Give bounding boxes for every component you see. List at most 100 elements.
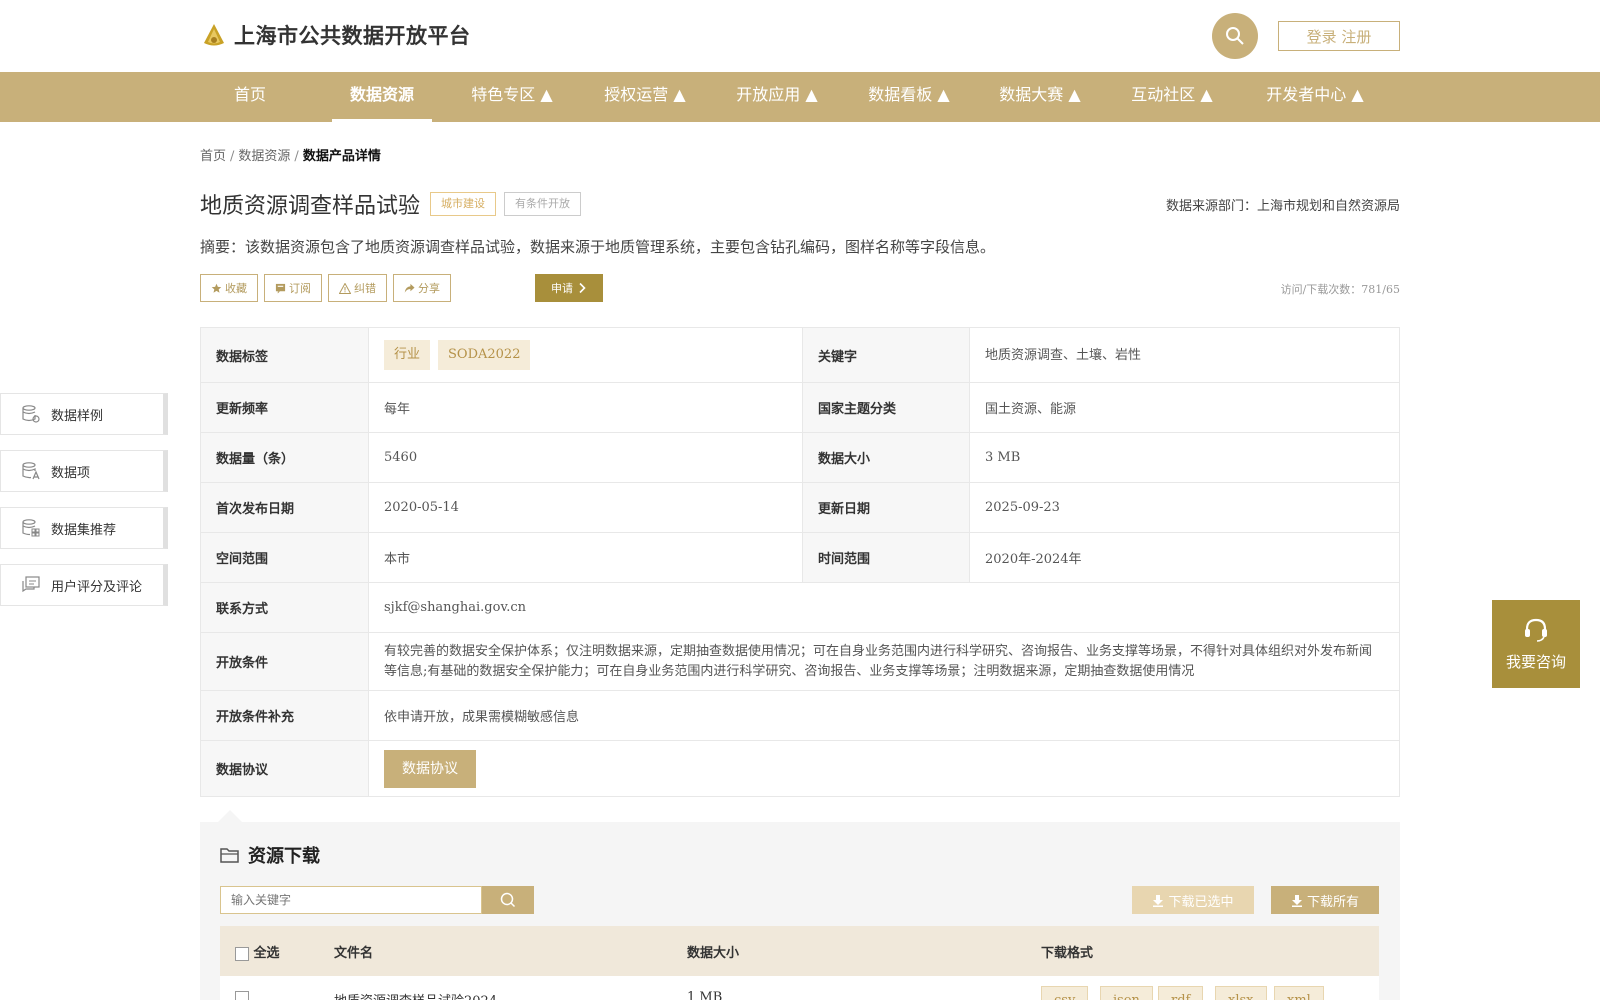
login-register-button[interactable]: 登录 注册 [1278,21,1400,51]
info-label: 更新频率 [200,382,369,433]
info-label: 数据协议 [200,740,369,797]
file-search-input[interactable] [220,886,482,914]
global-search-button[interactable] [1212,13,1258,59]
info-label: 国家主题分类 [802,382,970,433]
folder-icon [220,848,239,863]
apply-button[interactable]: 申请 [535,274,603,302]
nav-data-resources[interactable]: 数据资源 [332,72,432,122]
download-section-title: 资源下载 [220,842,320,868]
open-type-tag: 有条件开放 [504,192,582,216]
page-title: 地质资源调查样品试验 [200,194,421,219]
nav-community[interactable]: 互动社区 ▲ [1122,72,1222,122]
info-label: 数据大小 [802,432,970,483]
nav-open-apps[interactable]: 开放应用 ▲ [727,72,827,122]
select-all-label: 全选 [253,946,280,961]
side-item-dataset-recommend[interactable]: 数据集推荐 [0,507,168,549]
action-bar: 收藏 订阅 纠错 分享 申请 [200,274,603,302]
search-icon [1226,27,1244,45]
info-label: 开放条件补充 [200,690,369,741]
file-search-button[interactable] [482,886,534,914]
nav-home[interactable]: 首页 [220,72,280,122]
section-pointer [218,810,242,822]
nav-authorized-ops[interactable]: 授权运营 ▲ [595,72,695,122]
visit-download-count: 访问/下载次数：781/65 [1280,283,1400,296]
database-recommend-icon [22,519,40,537]
updated-date-value: 2025-09-23 [969,482,1400,533]
nav-data-board[interactable]: 数据看板 ▲ [859,72,959,122]
col-format: 下载格式 [1041,946,1094,961]
data-agreement-button[interactable]: 数据协议 [384,749,476,788]
site-logo[interactable]: 上海市公共数据开放平台 [200,20,471,50]
favorite-button[interactable]: 收藏 [200,274,258,302]
subscribe-icon [275,283,286,294]
breadcrumb-separator: / [230,149,235,164]
col-size: 数据大小 [687,946,740,961]
report-error-button[interactable]: 纠错 [328,274,387,302]
side-anchor-menu: 数据样例 数据项 数据集推荐 用户评分及评论 [0,393,168,621]
search-icon [500,892,516,908]
download-icon [1153,894,1164,907]
table-row: 空间范围 本市 时间范围 2020年-2024年 [200,532,1400,583]
select-all-checkbox[interactable] [235,946,249,961]
breadcrumb: 首页 / 数据资源 / 数据产品详情 [200,145,381,164]
info-label: 开放条件 [200,632,369,691]
side-item-label: 数据样例 [51,408,104,424]
download-all-button[interactable]: 下载所有 [1271,886,1379,914]
nav-developer[interactable]: 开发者中心 ▲ [1257,72,1373,122]
info-label: 更新日期 [802,482,970,533]
subscribe-button[interactable]: 订阅 [264,274,322,302]
format-rdf-button[interactable]: rdf [1158,986,1204,1000]
table-row: 联系方式 sjkf@shanghai.gov.cn [200,582,1400,633]
info-label: 联系方式 [200,582,369,633]
side-item-label: 数据集推荐 [51,522,117,538]
category-tag: 城市建设 [430,192,497,216]
info-label: 数据量（条） [200,432,369,483]
consult-button[interactable]: 我要咨询 [1492,600,1580,688]
headset-icon [1525,618,1547,642]
select-all-cell[interactable]: 全选 [235,942,280,961]
side-item-data-fields[interactable]: 数据项 [0,450,168,492]
top-header: 上海市公共数据开放平台 登录 注册 [0,0,1600,72]
format-xlsx-button[interactable]: xlsx [1215,986,1267,1000]
download-selected-label: 下载已选中 [1168,894,1234,910]
nav-special-zone[interactable]: 特色专区 ▲ [462,72,562,122]
logo-emblem-icon [204,24,224,46]
record-count-value: 5460 [368,432,803,483]
subscribe-label: 订阅 [289,282,311,295]
format-csv-button[interactable]: csv [1041,986,1089,1000]
table-row: 更新频率 每年 国家主题分类 国土资源、能源 [200,382,1400,433]
table-row: 数据协议 数据协议 [200,740,1400,797]
consult-label: 我要咨询 [1505,652,1566,671]
breadcrumb-data-resources[interactable]: 数据资源 [238,149,290,164]
dataset-info-table: 数据标签 行业 SODA2022 关键字 地质资源调查、土壤、岩性 更新频率 每年… [200,327,1400,797]
nav-competition[interactable]: 数据大赛 ▲ [990,72,1090,122]
chevron-right-icon [579,282,586,294]
side-item-ratings-comments[interactable]: 用户评分及评论 [0,564,168,606]
format-json-button[interactable]: json [1100,986,1153,1000]
col-filename: 文件名 [334,946,374,961]
database-sample-icon [22,405,40,423]
file-name[interactable]: 地质资源调查样品试验2024 [334,990,497,1000]
format-xml-button[interactable]: xml [1274,986,1324,1000]
star-icon [211,283,222,293]
row-checkbox[interactable] [235,990,249,1000]
warning-icon [339,282,351,294]
data-tag[interactable]: SODA2022 [438,340,531,370]
breadcrumb-home[interactable]: 首页 [200,149,226,164]
share-button[interactable]: 分享 [393,274,451,302]
info-label: 首次发布日期 [200,482,369,533]
info-label: 空间范围 [200,532,369,583]
side-item-data-sample[interactable]: 数据样例 [0,393,168,435]
data-tag[interactable]: 行业 [384,340,431,370]
info-label: 数据标签 [200,327,369,383]
row-select-cell[interactable] [235,990,249,1000]
site-title: 上海市公共数据开放平台 [234,23,471,48]
report-error-label: 纠错 [354,282,376,295]
table-row: 开放条件 有较完善的数据安全保护体系；仅注明数据来源，定期抽查数据使用情况；可在… [200,632,1400,691]
table-row: 地质资源调查样品试验2024 1 MB csv json rdf xlsx xm… [220,976,1379,1000]
data-size-value: 3 MB [969,432,1400,483]
download-selected-button[interactable]: 下载已选中 [1132,886,1254,914]
data-tags-cell: 行业 SODA2022 [368,327,803,383]
breadcrumb-current: 数据产品详情 [302,149,381,164]
info-label: 时间范围 [802,532,970,583]
